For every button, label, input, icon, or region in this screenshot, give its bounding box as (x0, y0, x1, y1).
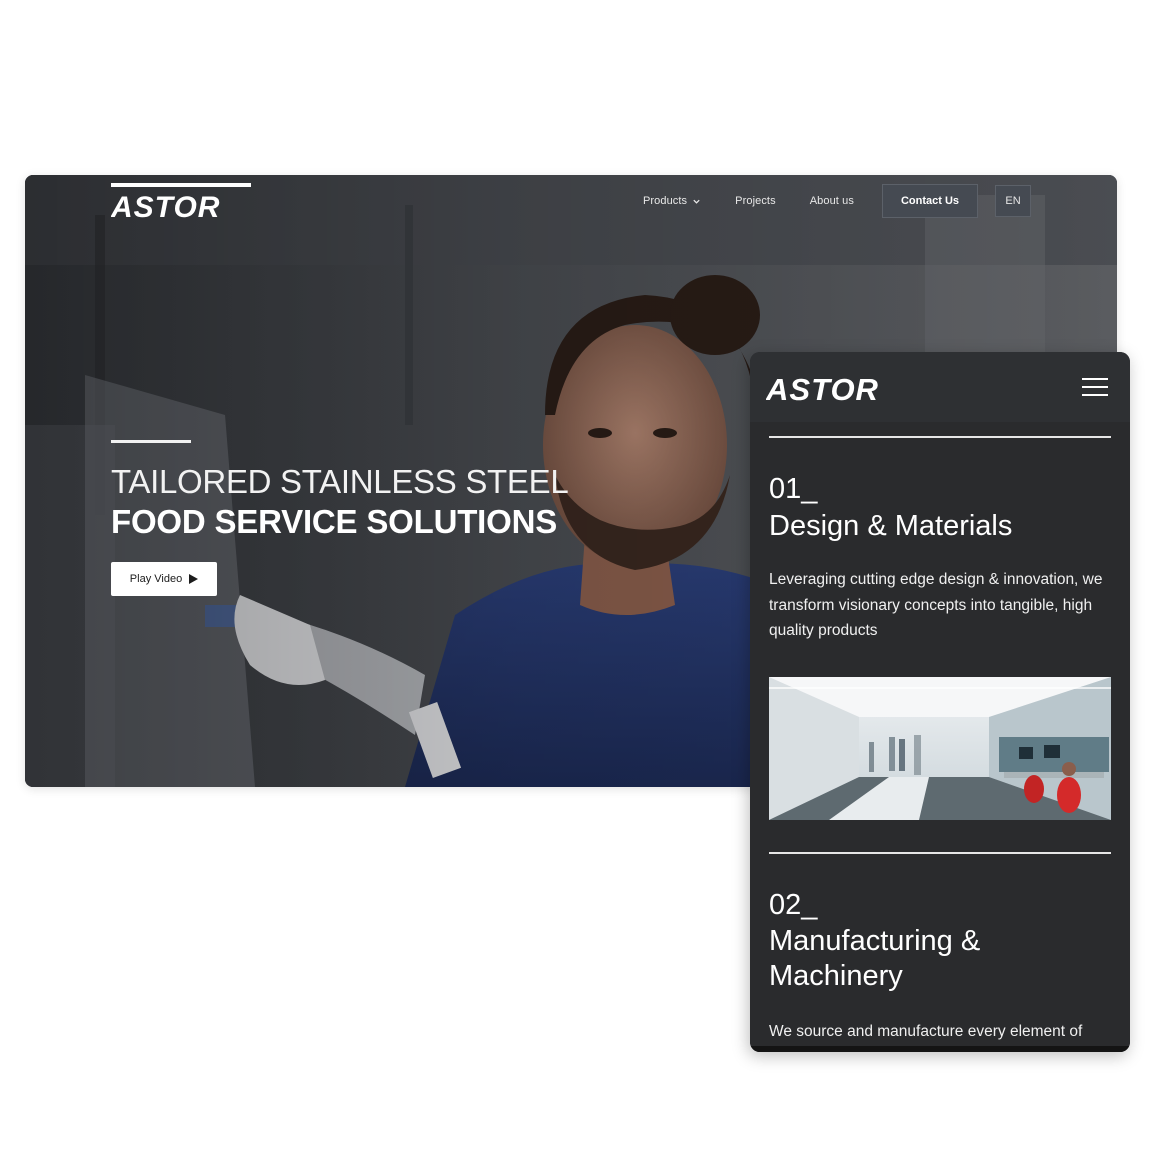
section-title: Design & Materials (769, 510, 1013, 542)
nav-products-label: Products (642, 195, 688, 207)
astor-mobile-logo[interactable]: ASTOR (766, 372, 916, 402)
play-video-label: Play Video (129, 573, 183, 585)
section-description: We source and manufacture every element … (769, 1023, 1083, 1040)
play-icon (189, 574, 199, 584)
section-divider (769, 852, 1111, 854)
mobile-header: ASTOR (750, 352, 1130, 422)
mobile-mockup: ASTOR 01_ Design & Materials Leveraging … (750, 352, 1130, 1052)
office-photo (769, 677, 1111, 820)
nav-products[interactable]: Products (643, 195, 701, 207)
hero-title-line1: TAILORED STAINLESS STEEL (111, 463, 569, 500)
chevron-down-icon (693, 199, 700, 204)
hero-title-line2: FOOD SERVICE SOLUTIONS (111, 503, 558, 540)
svg-text:ASTOR: ASTOR (766, 372, 879, 402)
hero-divider (111, 440, 191, 443)
contact-us-button[interactable]: Contact Us (881, 184, 978, 218)
hamburger-menu-icon[interactable] (1082, 376, 1108, 398)
svg-text:ASTOR: ASTOR (111, 191, 220, 219)
nav-projects[interactable]: Projects (735, 195, 776, 207)
nav-about[interactable]: About us (810, 195, 854, 207)
mobile-bottom-edge (750, 1046, 1130, 1052)
mobile-content: 01_ Design & Materials Leveraging cuttin… (750, 422, 1130, 1052)
play-video-button[interactable]: Play Video (111, 562, 217, 596)
section-title: Manufacturing & Machinery (769, 925, 981, 992)
section-number: 02_ (769, 889, 818, 921)
section-divider (769, 436, 1111, 438)
language-selector[interactable]: EN (995, 185, 1031, 217)
section-description: Leveraging cutting edge design & innovat… (769, 571, 1103, 639)
section-number: 01_ (769, 473, 818, 505)
astor-logo[interactable]: ASTOR (111, 183, 253, 219)
top-navigation: Products Projects About us Contact Us EN (643, 184, 1031, 218)
showcase-canvas: ASTOR Products Projects About us Contact… (0, 0, 1150, 1150)
